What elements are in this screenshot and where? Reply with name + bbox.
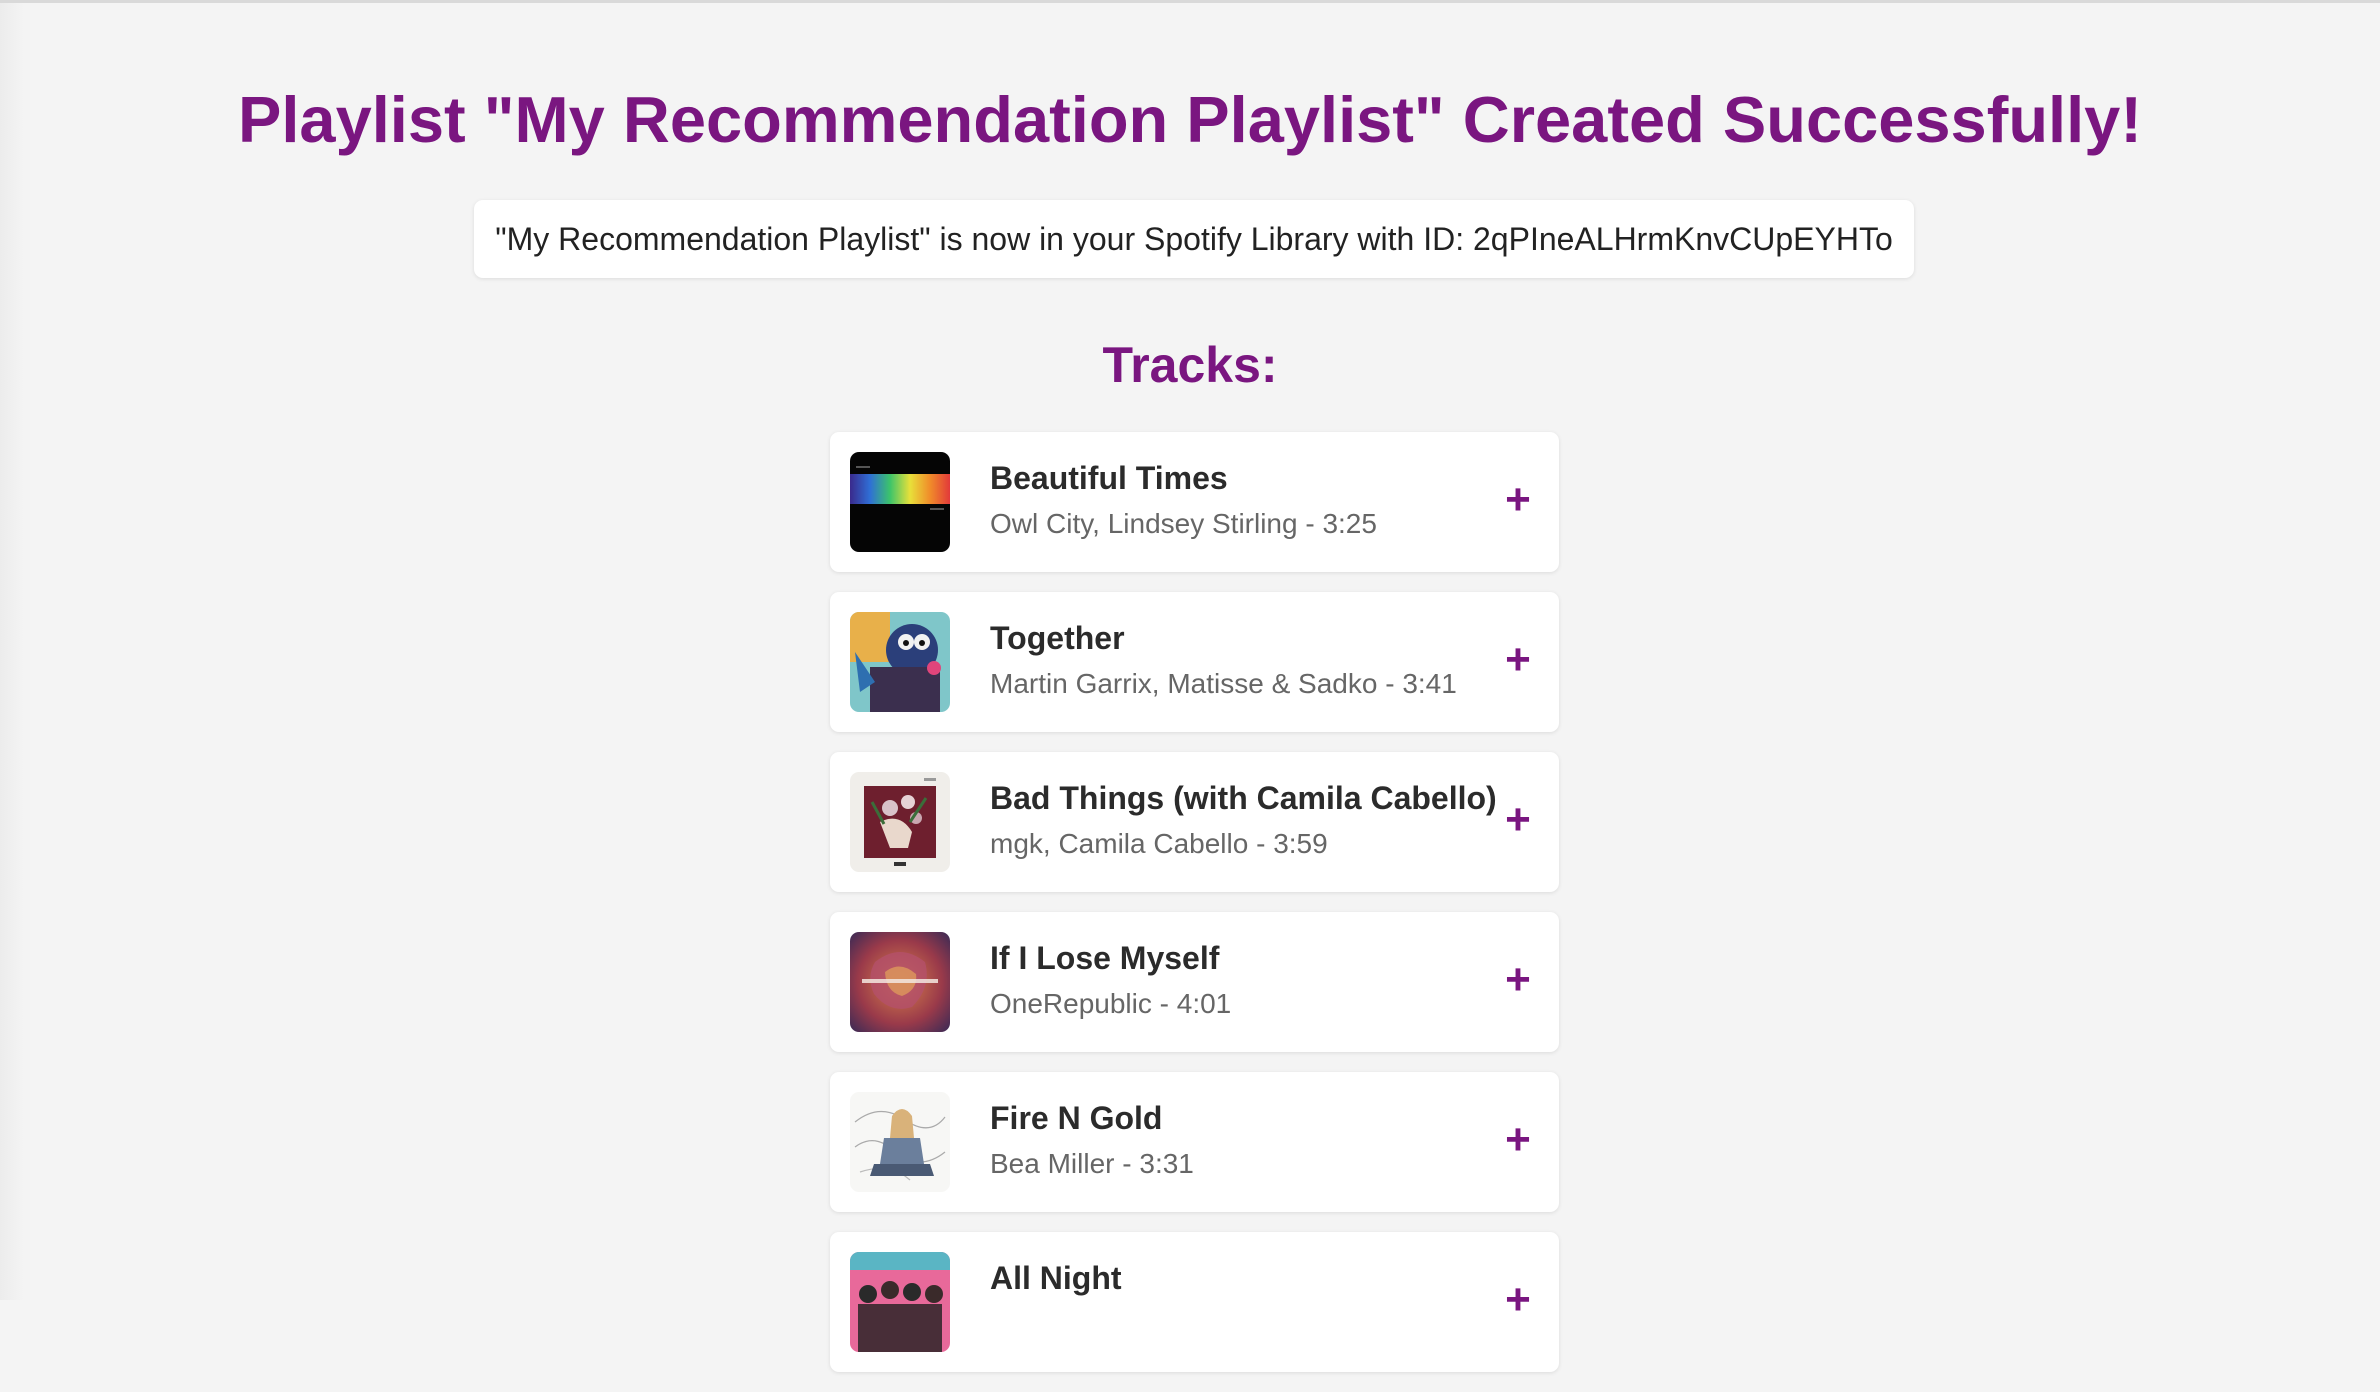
album-cover-image <box>850 612 950 712</box>
track-artists-duration: OneRepublic - 4:01 <box>990 988 1232 1019</box>
beautiful-times-cover <box>850 452 950 552</box>
track-card[interactable]: Bad Things (with Camila Cabello) mgk, Ca… <box>830 752 1559 892</box>
track-card[interactable]: Fire N Gold Bea Miller - 3:31 + <box>830 1072 1559 1212</box>
page-title: Playlist "My Recommendation Playlist" Cr… <box>238 83 2142 156</box>
add-track-button[interactable]: + <box>1495 1277 1541 1323</box>
track-title: All Night <box>990 1260 1122 1296</box>
fire-n-gold-cover <box>850 1092 950 1192</box>
together-cover <box>850 612 950 712</box>
track-card[interactable]: If I Lose Myself OneRepublic - 4:01 + <box>830 912 1559 1052</box>
track-artists-duration: Martin Garrix, Matisse & Sadko - 3:41 <box>990 668 1457 699</box>
bad-things-cover <box>850 772 950 872</box>
track-title: Together <box>990 620 1125 656</box>
track-artists-duration: mgk, Camila Cabello - 3:59 <box>990 828 1328 859</box>
album-cover-image <box>850 932 950 1032</box>
album-cover-image <box>850 452 950 552</box>
track-artists-duration: Owl City, Lindsey Stirling - 3:25 <box>990 508 1377 539</box>
add-track-button[interactable]: + <box>1495 477 1541 523</box>
if-i-lose-myself-cover <box>850 932 950 1032</box>
library-notice-text: "My Recommendation Playlist" is now in y… <box>495 220 1893 257</box>
track-title: Beautiful Times <box>990 460 1228 496</box>
add-track-button[interactable]: + <box>1495 1117 1541 1163</box>
track-artists-duration: Bea Miller - 3:31 <box>990 1148 1194 1179</box>
track-title: If I Lose Myself <box>990 940 1220 976</box>
tracks-heading: Tracks: <box>1102 337 1278 393</box>
album-cover-image <box>850 1092 950 1192</box>
track-title: Bad Things (with Camila Cabello) <box>990 780 1497 816</box>
add-track-button[interactable]: + <box>1495 637 1541 683</box>
album-cover-image <box>850 772 950 872</box>
all-night-cover <box>850 1252 950 1352</box>
track-list: Beautiful Times Owl City, Lindsey Stirli… <box>830 432 1559 1392</box>
playlist-created-page: Playlist "My Recommendation Playlist" Cr… <box>0 0 2380 1372</box>
track-card[interactable]: All Night + <box>830 1232 1559 1372</box>
library-notice: "My Recommendation Playlist" is now in y… <box>474 200 1914 278</box>
add-track-button[interactable]: + <box>1495 797 1541 843</box>
album-cover-image <box>850 1252 950 1352</box>
add-track-button[interactable]: + <box>1495 957 1541 1003</box>
track-title: Fire N Gold <box>990 1100 1163 1136</box>
track-card[interactable]: Beautiful Times Owl City, Lindsey Stirli… <box>830 432 1559 572</box>
track-card[interactable]: Together Martin Garrix, Matisse & Sadko … <box>830 592 1559 732</box>
